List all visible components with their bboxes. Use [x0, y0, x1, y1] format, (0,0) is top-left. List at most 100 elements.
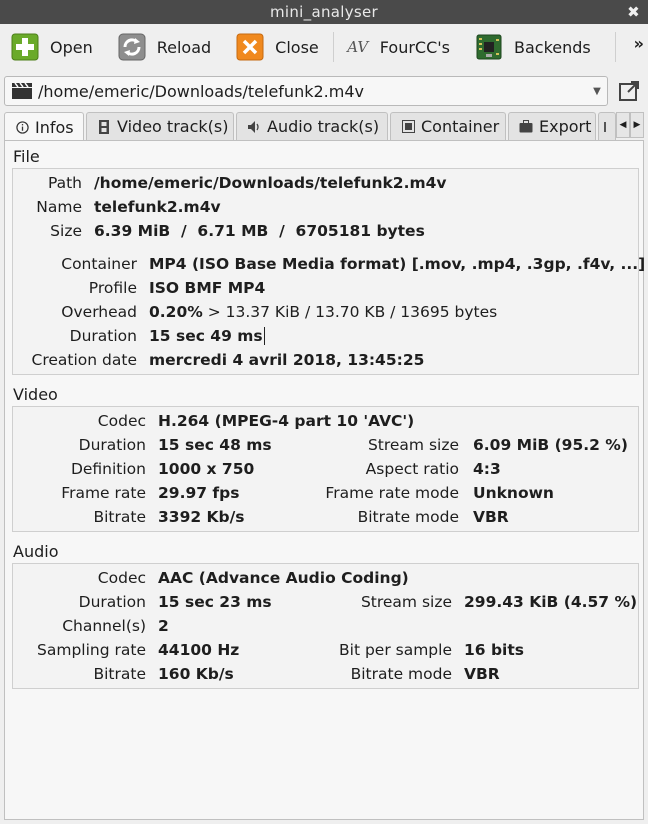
overhead-detail: > 13.37 KiB / 13.70 KB / 13695 bytes: [202, 303, 498, 321]
duration-row: Duration 15 sec 49 ms: [13, 324, 638, 348]
video-bitrate-label: Bitrate: [93, 508, 146, 526]
creation-date-value: mercredi 4 avril 2018, 13:45:25: [149, 351, 425, 369]
video-framerate-row: Frame rate 29.97 fps Frame rate mode Unk…: [13, 481, 638, 505]
audio-bitrate-mode-value: VBR: [464, 665, 500, 683]
backends-button-label: Backends: [513, 37, 591, 57]
container-row: Container MP4 (ISO Base Media format) [.…: [13, 252, 645, 276]
audio-bitrate-label: Bitrate: [93, 665, 146, 683]
video-bitrate-row: Bitrate 3392 Kb/s Bitrate mode VBR: [13, 505, 638, 529]
tab-overflow-partial[interactable]: [598, 112, 616, 140]
file-name-row: Name telefunk2.m4v: [13, 195, 638, 219]
speaker-icon: [247, 120, 261, 134]
video-bitrate-mode-value: VBR: [473, 508, 509, 526]
framerate-value: 29.97 fps: [158, 484, 240, 502]
tab-export[interactable]: Export: [508, 112, 596, 140]
file-section-title: File: [13, 147, 40, 166]
audio-section-title: Audio: [13, 542, 59, 561]
reload-button[interactable]: Reload: [111, 27, 217, 67]
tab-scroll-right-button[interactable]: ▶: [630, 112, 644, 138]
open-button-label: Open: [50, 37, 93, 57]
video-duration-value: 15 sec 48 ms: [158, 436, 272, 454]
channels-value: 2: [158, 617, 169, 635]
tab-export-label: Export: [539, 117, 592, 136]
audio-bitrate-value: 160 Kb/s: [158, 665, 234, 683]
container-label: Container: [61, 255, 137, 273]
channels-label: Channel(s): [62, 617, 146, 635]
file-path-row: Path /home/emeric/Downloads/telefunk2.m4…: [13, 171, 638, 195]
audio-duration-value: 15 sec 23 ms: [158, 593, 272, 611]
tab-video-tracks-label: Video track(s): [117, 117, 229, 136]
video-duration-label: Duration: [78, 436, 146, 454]
open-external-icon[interactable]: [618, 80, 640, 102]
tab-container[interactable]: Container: [390, 112, 506, 140]
file-selector[interactable]: /home/emeric/Downloads/telefunk2.m4v ▼: [4, 76, 608, 106]
video-codec-label: Codec: [97, 412, 146, 430]
framerate-mode-value: Unknown: [473, 484, 554, 502]
av-icon-text: AV: [347, 38, 369, 56]
info-icon: [15, 120, 29, 134]
name-value: telefunk2.m4v: [94, 198, 221, 216]
tab-infos-label: Infos: [35, 117, 74, 137]
sampling-rate-value: 44100 Hz: [158, 641, 240, 659]
tab-audio-tracks[interactable]: Audio track(s): [236, 112, 388, 140]
window-titlebar: mini_analyser ✖: [0, 0, 648, 24]
reload-button-label: Reload: [156, 37, 212, 57]
audio-codec-label: Codec: [97, 569, 146, 587]
close-icon: [235, 32, 265, 62]
tab-infos[interactable]: Infos: [4, 112, 84, 141]
creation-date-label: Creation date: [31, 351, 137, 369]
audio-stream-size-label: Stream size: [360, 593, 452, 611]
video-stream-size-value: 6.09 MiB (95.2 %): [473, 436, 628, 454]
window-title: mini_analyser: [270, 3, 378, 21]
profile-label: Profile: [88, 279, 137, 297]
toolbar-separator: [614, 32, 616, 62]
bit-per-sample-value: 16 bits: [464, 641, 525, 659]
bit-per-sample-label: Bit per sample: [339, 641, 452, 659]
video-duration-row: Duration 15 sec 48 ms Stream size 6.09 M…: [13, 433, 638, 457]
video-section-title: Video: [13, 385, 58, 404]
tab-scroll-left-button[interactable]: ◀: [616, 112, 630, 138]
film-icon: [97, 119, 111, 134]
name-label: Name: [36, 198, 82, 216]
plus-icon: [10, 32, 40, 62]
fourcc-button[interactable]: AV FourCC's: [342, 27, 456, 67]
close-file-button[interactable]: Close: [229, 27, 325, 67]
audio-duration-label: Duration: [78, 593, 146, 611]
aspect-ratio-label: Aspect ratio: [365, 460, 459, 478]
tab-partial-icon: [603, 120, 609, 134]
container-value: MP4 (ISO Base Media format) [.mov, .mp4,…: [149, 255, 646, 273]
chevron-down-icon[interactable]: ▼: [587, 86, 607, 97]
file-size-row: Size 6.39 MiB / 6.71 MB / 6705181 bytes: [13, 219, 638, 243]
window-close-button[interactable]: ✖: [627, 0, 640, 24]
audio-info-box: Codec AAC (Advance Audio Coding) Duratio…: [12, 563, 639, 689]
backends-button[interactable]: Backends: [468, 27, 597, 67]
file-selector-value: /home/emeric/Downloads/telefunk2.m4v: [38, 81, 364, 101]
toolbar-overflow-button[interactable]: »: [634, 34, 644, 53]
audio-bitrate-mode-label: Bitrate mode: [350, 665, 452, 683]
video-codec-row: Codec H.264 (MPEG-4 part 10 'AVC'): [13, 409, 638, 433]
audio-codec-row: Codec AAC (Advance Audio Coding): [13, 566, 638, 590]
video-info-box: Codec H.264 (MPEG-4 part 10 'AVC') Durat…: [12, 406, 639, 532]
tab-bar: Infos Video track(s) Audio track(s) Cont…: [4, 112, 644, 141]
audio-channels-row: Channel(s) 2: [13, 614, 638, 638]
definition-label: Definition: [70, 460, 146, 478]
tab-video-tracks[interactable]: Video track(s): [86, 112, 234, 140]
av-icon: AV: [344, 32, 372, 62]
framerate-mode-label: Frame rate mode: [325, 484, 459, 502]
duration-label: Duration: [69, 327, 137, 345]
profile-row: Profile ISO BMF MP4: [13, 276, 638, 300]
duration-value: 15 sec 49 ms: [149, 327, 265, 345]
tab-container-label: Container: [421, 117, 500, 136]
main-toolbar: Open Reload Close AV FourCC's Backends »: [0, 24, 648, 70]
open-button[interactable]: Open: [4, 27, 99, 67]
video-stream-size-label: Stream size: [367, 436, 459, 454]
infos-panel: File Path /home/emeric/Downloads/telefun…: [4, 140, 645, 820]
size-value: 6.39 MiB / 6.71 MB / 6705181 bytes: [94, 222, 425, 240]
overhead-label: Overhead: [61, 303, 137, 321]
size-label: Size: [50, 222, 82, 240]
video-bitrate-mode-label: Bitrate mode: [357, 508, 459, 526]
audio-sampling-row: Sampling rate 44100 Hz Bit per sample 16…: [13, 638, 638, 662]
briefcase-icon: [519, 120, 533, 134]
video-definition-row: Definition 1000 x 750 Aspect ratio 4:3: [13, 457, 638, 481]
audio-stream-size-value: 299.43 KiB (4.57 %): [464, 593, 638, 611]
